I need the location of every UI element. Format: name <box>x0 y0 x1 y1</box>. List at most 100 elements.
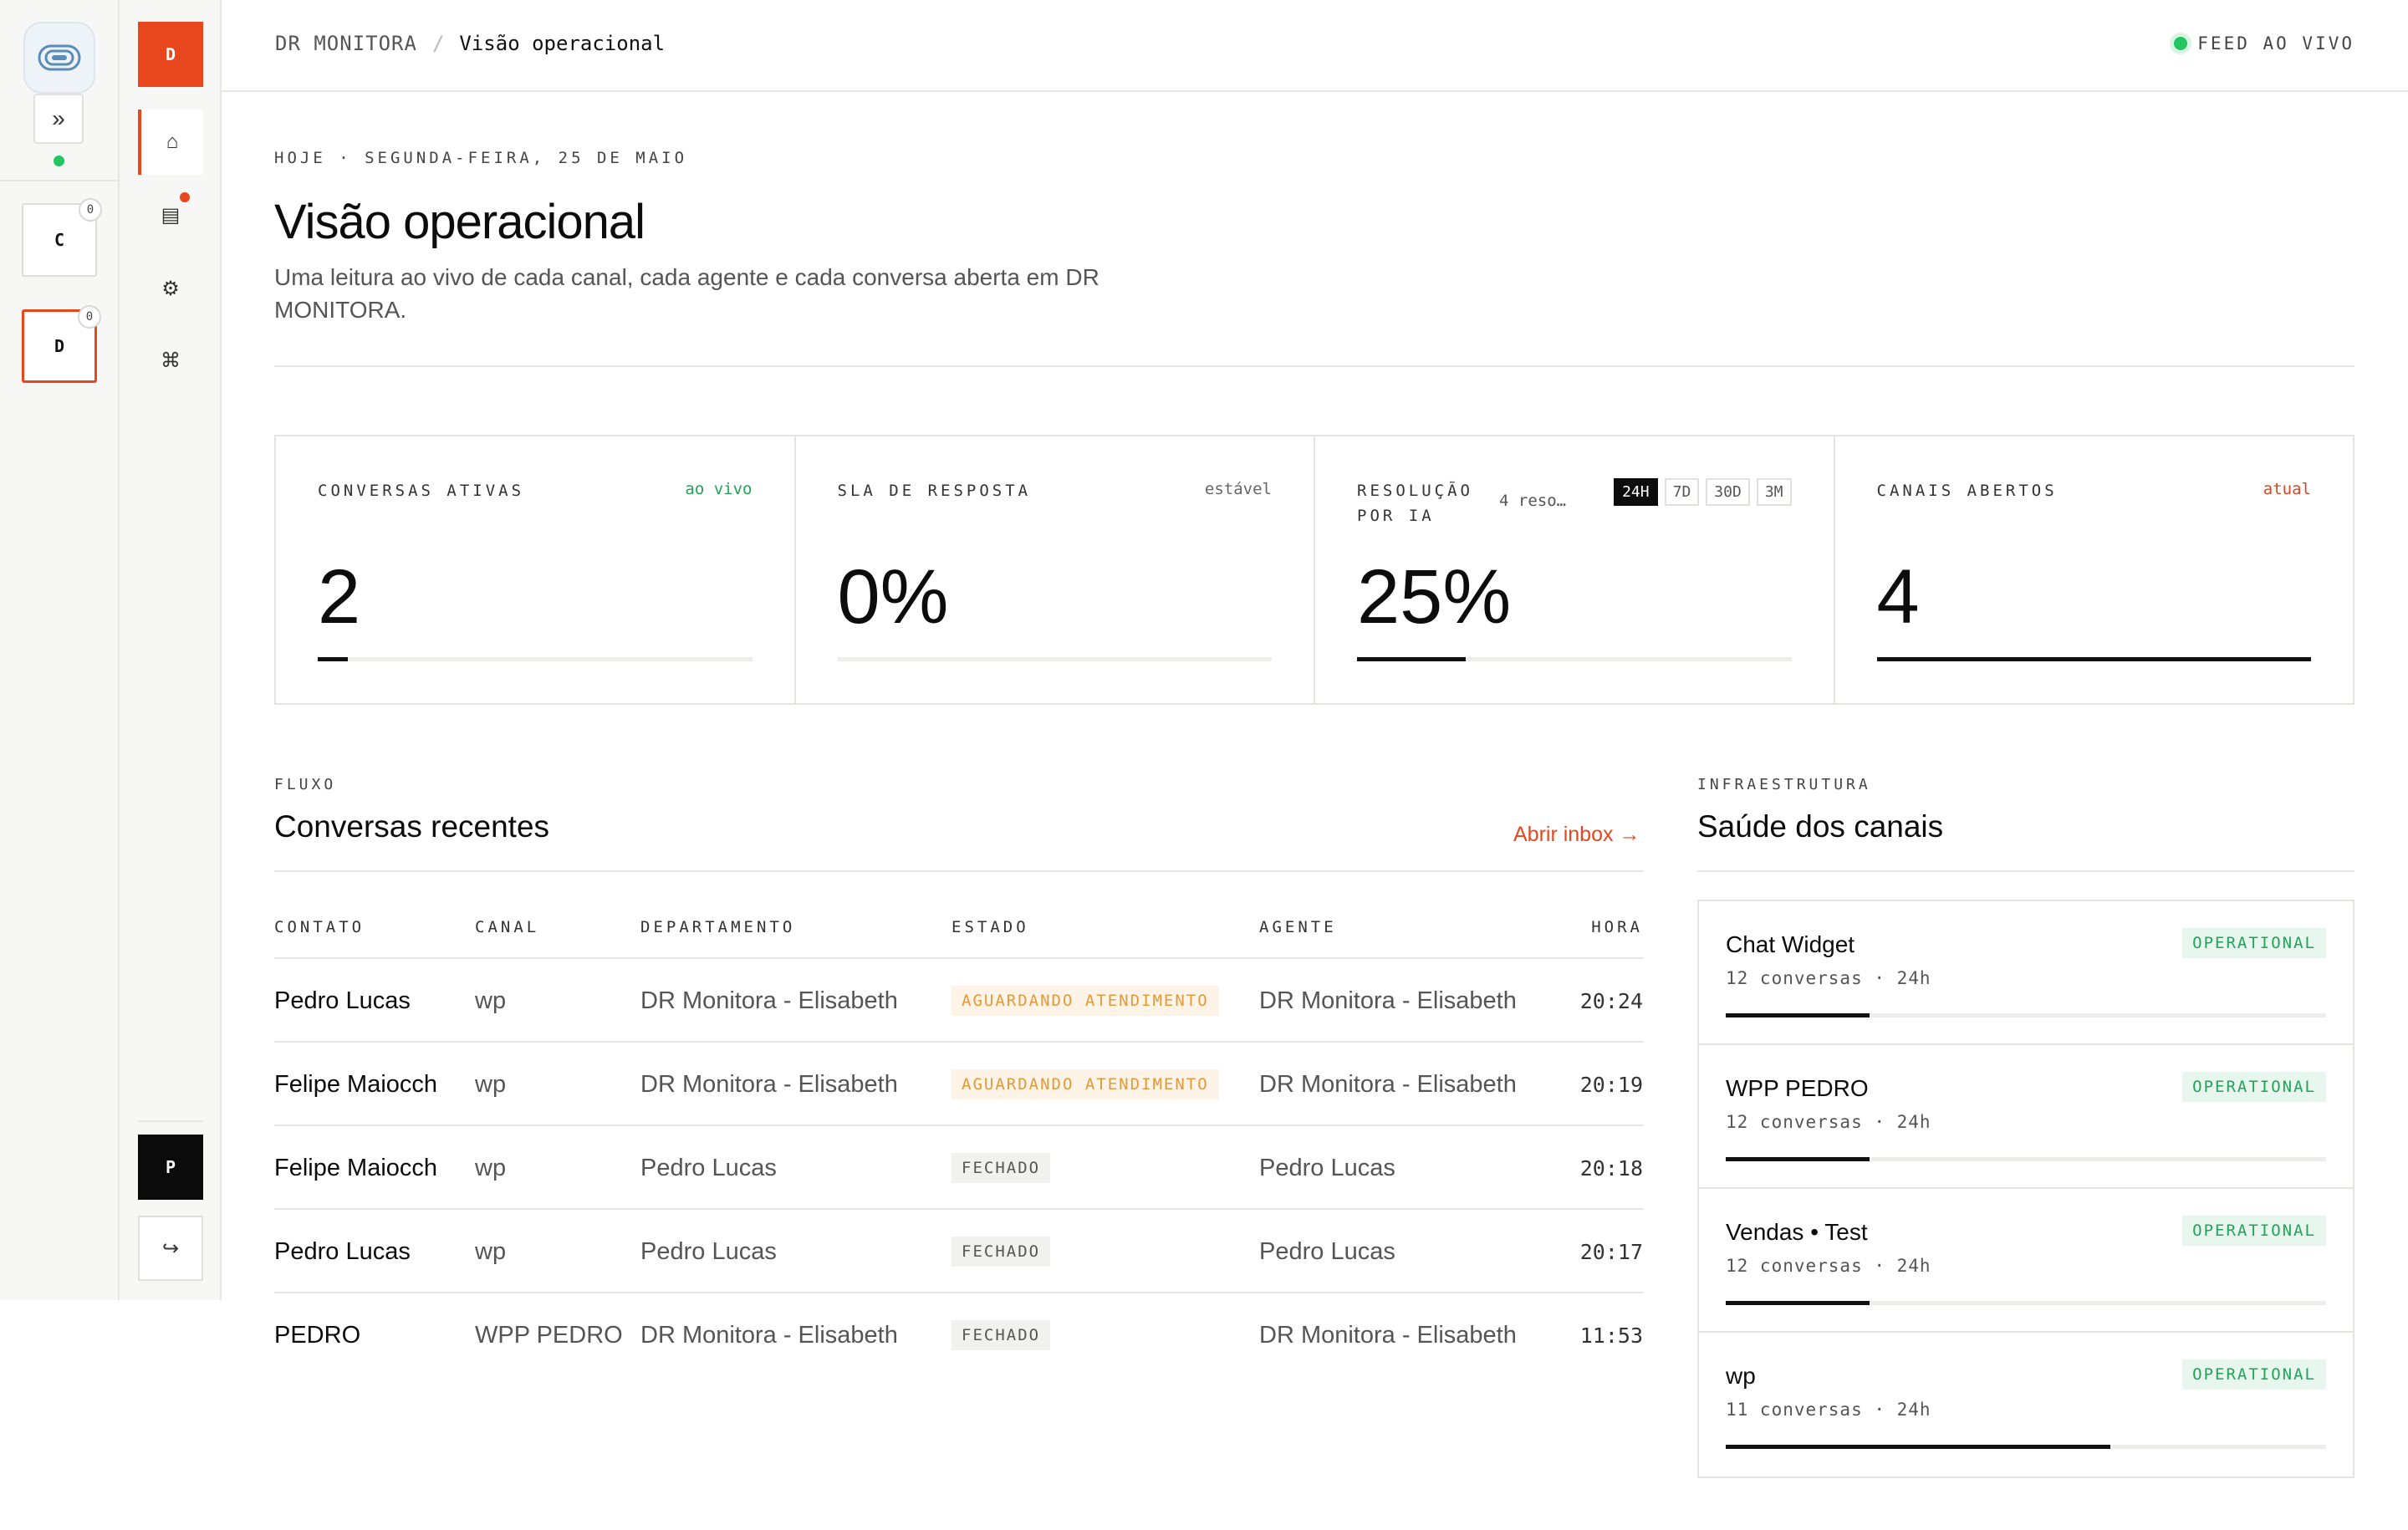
channel-name: wp <box>1726 1363 1756 1389</box>
logout-button[interactable]: ↪ <box>138 1216 203 1281</box>
column-header: CANAL <box>475 918 540 936</box>
table-row[interactable]: Felipe Maiocch wp DR Monitora - Elisabet… <box>274 1043 1643 1126</box>
channel-name: Chat Widget <box>1726 931 1855 957</box>
range-30d[interactable]: 30D <box>1706 478 1750 506</box>
channel-load-fill <box>1726 1157 1870 1161</box>
conversations-eyebrow: FLUXO <box>274 776 337 793</box>
channel-name: wp <box>475 1155 507 1181</box>
channel-name: Vendas • Test <box>1726 1219 1868 1245</box>
channel-meta: 12 conversas · 24h <box>1726 968 1931 988</box>
stat-progress-track <box>1357 657 1792 661</box>
workspace-badge: 0 <box>79 198 102 222</box>
stat-tag: ao vivo <box>685 480 752 498</box>
app-logo[interactable] <box>23 22 95 94</box>
channel-health-card[interactable]: wp 11 conversas · 24h OPERATIONAL <box>1699 1333 2353 1476</box>
expand-sidebar-button[interactable]: » <box>33 94 84 144</box>
table-row[interactable]: PEDRO WPP PEDRO DR Monitora - Elisabeth … <box>274 1293 1643 1377</box>
table-header: CONTATO CANAL DEPARTAMENTO ESTADO AGENTE… <box>274 903 1643 959</box>
channel-name: WPP PEDRO <box>475 1322 623 1349</box>
channel-load-track <box>1726 1013 2326 1017</box>
stat-tag: atual <box>2263 480 2311 498</box>
department-name: Pedro Lucas <box>640 1238 777 1265</box>
stat-progress-track <box>1876 657 2311 661</box>
agent-name: Pedro Lucas <box>1259 1155 1395 1181</box>
divider <box>274 365 2354 367</box>
contact-name: Felipe Maiocch <box>274 1071 438 1098</box>
stat-tag: estável <box>1204 480 1272 498</box>
logout-icon: ↪ <box>161 1237 180 1260</box>
table-row[interactable]: Pedro Lucas wp DR Monitora - Elisabeth A… <box>274 959 1643 1043</box>
nav-settings[interactable]: ⚙ <box>138 256 203 321</box>
status-badge: FECHADO <box>951 1320 1051 1350</box>
stat-tag: 4 reso… <box>1499 492 1567 510</box>
conversations-table: CONTATO CANAL DEPARTAMENTO ESTADO AGENTE… <box>274 903 1643 1377</box>
range-7d[interactable]: 7D <box>1664 478 1700 506</box>
stat-value: 25% <box>1357 554 1512 640</box>
channel-name: wp <box>475 1071 507 1098</box>
channel-load-track <box>1726 1301 2326 1305</box>
top-bar: DR MONITORA / Visão operacional FEED AO … <box>222 0 2408 92</box>
page-title: Visão operacional <box>274 195 645 249</box>
channel-load-track <box>1726 1157 2326 1161</box>
rail-divider <box>0 180 120 181</box>
channel-load-track <box>1726 1445 2326 1449</box>
agent-name: DR Monitora - Elisabeth <box>1259 1322 1517 1349</box>
channel-load-fill <box>1726 1445 2110 1449</box>
table-row[interactable]: Felipe Maiocch wp Pedro Lucas FECHADO Pe… <box>274 1126 1643 1210</box>
logo-icon <box>38 44 81 71</box>
stat-value: 4 <box>1876 554 1920 640</box>
gear-icon: ⚙ <box>161 277 180 300</box>
agent-name: Pedro Lucas <box>1259 1238 1395 1265</box>
workspace-tile-c[interactable]: C 0 <box>22 198 102 277</box>
channel-health-card[interactable]: Vendas • Test 12 conversas · 24h OPERATI… <box>1699 1189 2353 1333</box>
contact-name: PEDRO <box>274 1322 361 1349</box>
range-24h[interactable]: 24H <box>1614 478 1658 506</box>
rail-divider <box>138 1120 203 1122</box>
range-3m[interactable]: 3M <box>1756 478 1792 506</box>
stat-open-channels: CANAIS ABERTOS atual 4 <box>1835 436 2354 703</box>
channel-load-fill <box>1726 1013 1870 1017</box>
time: 20:17 <box>1579 1240 1643 1264</box>
open-inbox-link[interactable]: Abrir inbox → <box>1513 823 1640 847</box>
live-feed-indicator: FEED AO VIVO <box>2174 33 2354 54</box>
breadcrumb: DR MONITORA / Visão operacional <box>275 32 665 55</box>
user-avatar[interactable]: P <box>138 1135 203 1200</box>
column-header: AGENTE <box>1259 918 1337 936</box>
stat-response-sla: SLA DE RESPOSTA estável 0% <box>796 436 1315 703</box>
channel-name: wp <box>475 987 507 1014</box>
current-workspace-avatar[interactable]: D <box>138 22 203 87</box>
status-badge: OPERATIONAL <box>2182 1216 2326 1246</box>
channel-meta: 12 conversas · 24h <box>1726 1112 1931 1132</box>
channel-load-fill <box>1726 1301 1870 1305</box>
workspace-badge: 0 <box>78 305 101 329</box>
workspace-letter: C <box>54 230 65 250</box>
time: 20:24 <box>1579 989 1643 1013</box>
status-badge: AGUARDANDO ATENDIMENTO <box>951 1069 1219 1099</box>
health-title: Saúde dos canais <box>1697 809 1944 844</box>
stat-active-conversations: CONVERSAS ATIVAS ao vivo 2 <box>276 436 796 703</box>
column-header: ESTADO <box>951 918 1029 936</box>
table-row[interactable]: Pedro Lucas wp Pedro Lucas FECHADO Pedro… <box>274 1210 1643 1293</box>
channel-health-card[interactable]: WPP PEDRO 12 conversas · 24h OPERATIONAL <box>1699 1045 2353 1189</box>
stat-label: RESOLUÇÃO POR IA <box>1357 482 1473 525</box>
status-badge: OPERATIONAL <box>2182 1359 2326 1390</box>
time: 11:53 <box>1579 1323 1643 1348</box>
workspace-tile-d[interactable]: D 0 <box>22 305 101 383</box>
column-header: DEPARTAMENTO <box>640 918 796 936</box>
channel-health-card[interactable]: Chat Widget 12 conversas · 24h OPERATION… <box>1699 901 2353 1045</box>
agent-name: DR Monitora - Elisabeth <box>1259 1071 1517 1098</box>
home-icon: ⌂ <box>166 130 179 153</box>
time: 20:19 <box>1579 1073 1643 1097</box>
inbox-icon: ▤ <box>161 203 181 227</box>
breadcrumb-current: Visão operacional <box>459 32 666 55</box>
contact-name: Pedro Lucas <box>274 1238 411 1265</box>
stat-progress-fill <box>318 657 349 661</box>
breadcrumb-root[interactable]: DR MONITORA <box>275 32 417 55</box>
channel-name: WPP PEDRO <box>1726 1075 1869 1101</box>
workspace-rail: » C 0 D 0 <box>0 0 120 1300</box>
nav-inbox[interactable]: ▤ <box>138 182 203 247</box>
status-badge: FECHADO <box>951 1153 1051 1183</box>
nav-home[interactable]: ⌂ <box>138 110 203 175</box>
nav-commands[interactable]: ⌘ <box>138 328 203 393</box>
health-eyebrow: INFRAESTRUTURA <box>1697 776 1871 793</box>
